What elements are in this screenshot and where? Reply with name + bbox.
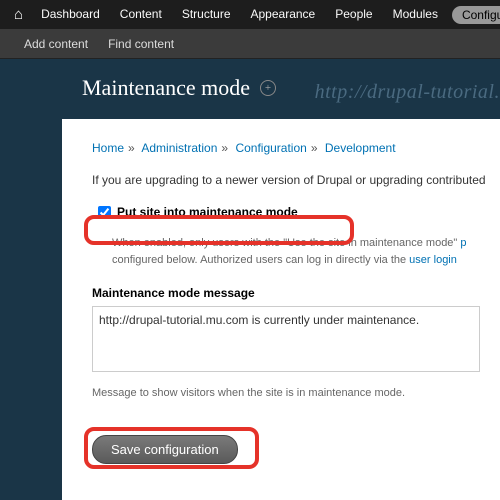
breadcrumb-development[interactable]: Development xyxy=(325,141,396,155)
add-shortcut-icon[interactable]: + xyxy=(260,80,276,96)
admin-toolbar: ⌂ Dashboard Content Structure Appearance… xyxy=(0,0,500,29)
content-panel: Home» Administration» Configuration» Dev… xyxy=(62,119,500,500)
breadcrumb-configuration[interactable]: Configuration xyxy=(235,141,306,155)
maintenance-checkbox[interactable] xyxy=(98,206,111,219)
home-icon[interactable]: ⌂ xyxy=(6,6,31,23)
shortcut-find-content[interactable]: Find content xyxy=(98,37,184,51)
desc-link-2[interactable]: user login xyxy=(409,254,457,266)
toolbar-configuration[interactable]: Configuration xyxy=(452,6,500,24)
toolbar-dashboard[interactable]: Dashboard xyxy=(31,0,110,29)
page-title: Maintenance mode xyxy=(82,75,250,101)
desc-text-1: When enabled, only users with the "Use t… xyxy=(112,237,460,249)
toolbar-structure[interactable]: Structure xyxy=(172,0,241,29)
intro-text: If you are upgrading to a newer version … xyxy=(92,173,480,187)
maintenance-checkbox-label[interactable]: Put site into maintenance mode xyxy=(117,205,298,219)
desc-link-1[interactable]: p xyxy=(460,237,466,249)
message-textarea[interactable] xyxy=(92,306,480,372)
watermark-text: http://drupal-tutorial. xyxy=(315,81,500,104)
page-header-strip: Maintenance mode + http://drupal-tutoria… xyxy=(0,59,500,119)
breadcrumb-administration[interactable]: Administration xyxy=(141,141,217,155)
checkbox-description: When enabled, only users with the "Use t… xyxy=(112,235,480,268)
save-button[interactable]: Save configuration xyxy=(92,435,238,464)
toolbar-people[interactable]: People xyxy=(325,0,382,29)
page-title-area: Maintenance mode + xyxy=(82,75,276,101)
breadcrumb-home[interactable]: Home xyxy=(92,141,124,155)
maintenance-checkbox-row: Put site into maintenance mode xyxy=(92,201,304,223)
toolbar-modules[interactable]: Modules xyxy=(383,0,448,29)
toolbar-appearance[interactable]: Appearance xyxy=(241,0,326,29)
toolbar-content[interactable]: Content xyxy=(110,0,172,29)
breadcrumb: Home» Administration» Configuration» Dev… xyxy=(92,141,480,155)
message-help: Message to show visitors when the site i… xyxy=(92,387,480,399)
shortcut-add-content[interactable]: Add content xyxy=(14,37,98,51)
desc-text-2: configured below. Authorized users can l… xyxy=(112,254,409,266)
message-label: Maintenance mode message xyxy=(92,286,480,300)
shortcut-bar: Add content Find content xyxy=(0,29,500,59)
